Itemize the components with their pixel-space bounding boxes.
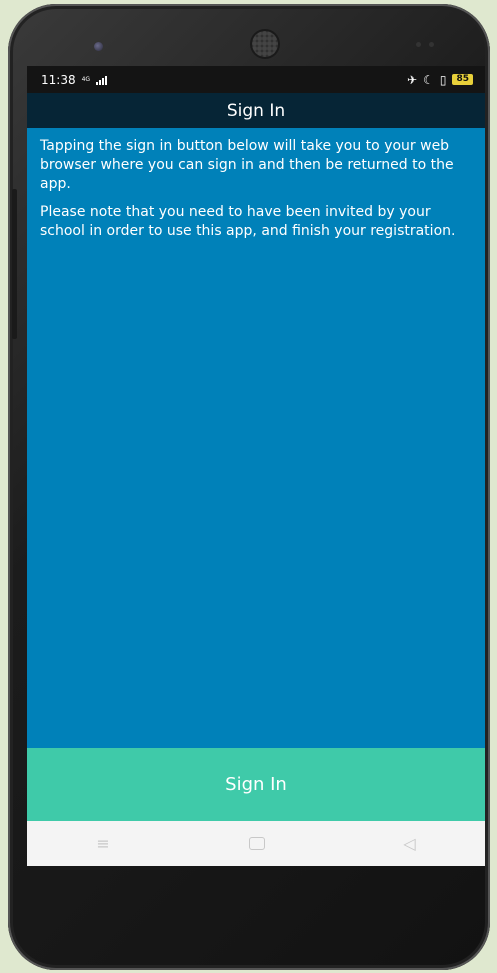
proximity-sensors xyxy=(416,42,438,48)
info-paragraph-2: Please note that you need to have been i… xyxy=(40,204,456,239)
front-camera xyxy=(94,42,103,51)
status-time: 11:38 xyxy=(41,72,76,87)
info-paragraph-1: Tapping the sign in button below will ta… xyxy=(40,138,454,192)
earpiece-speaker xyxy=(252,31,278,57)
home-icon[interactable] xyxy=(248,837,265,850)
do-not-disturb-moon-icon: ☾ xyxy=(423,72,434,87)
signal-icon xyxy=(96,75,108,85)
app-bar: Sign In xyxy=(27,93,485,128)
status-bar: 11:38 4G ✈ ☾ ▯ 85 xyxy=(27,66,485,93)
vibrate-icon: ▯ xyxy=(439,72,447,87)
page-title: Sign In xyxy=(226,100,286,121)
back-icon[interactable]: ◁ xyxy=(403,834,415,853)
info-content: Tapping the sign in button below will ta… xyxy=(27,128,485,241)
system-navigation-bar: ≡ ◁ xyxy=(27,821,485,866)
volume-button xyxy=(12,189,17,339)
menu-icon[interactable]: ≡ xyxy=(96,834,109,853)
sign-in-button[interactable]: Sign In xyxy=(27,748,485,821)
battery-icon: 85 xyxy=(452,74,473,85)
mute-vibrate-icon: ✈ xyxy=(407,72,418,87)
phone-screen: 11:38 4G ✈ ☾ ▯ 85 Sign In Tapping the si… xyxy=(27,66,485,866)
network-type: 4G xyxy=(81,76,91,83)
